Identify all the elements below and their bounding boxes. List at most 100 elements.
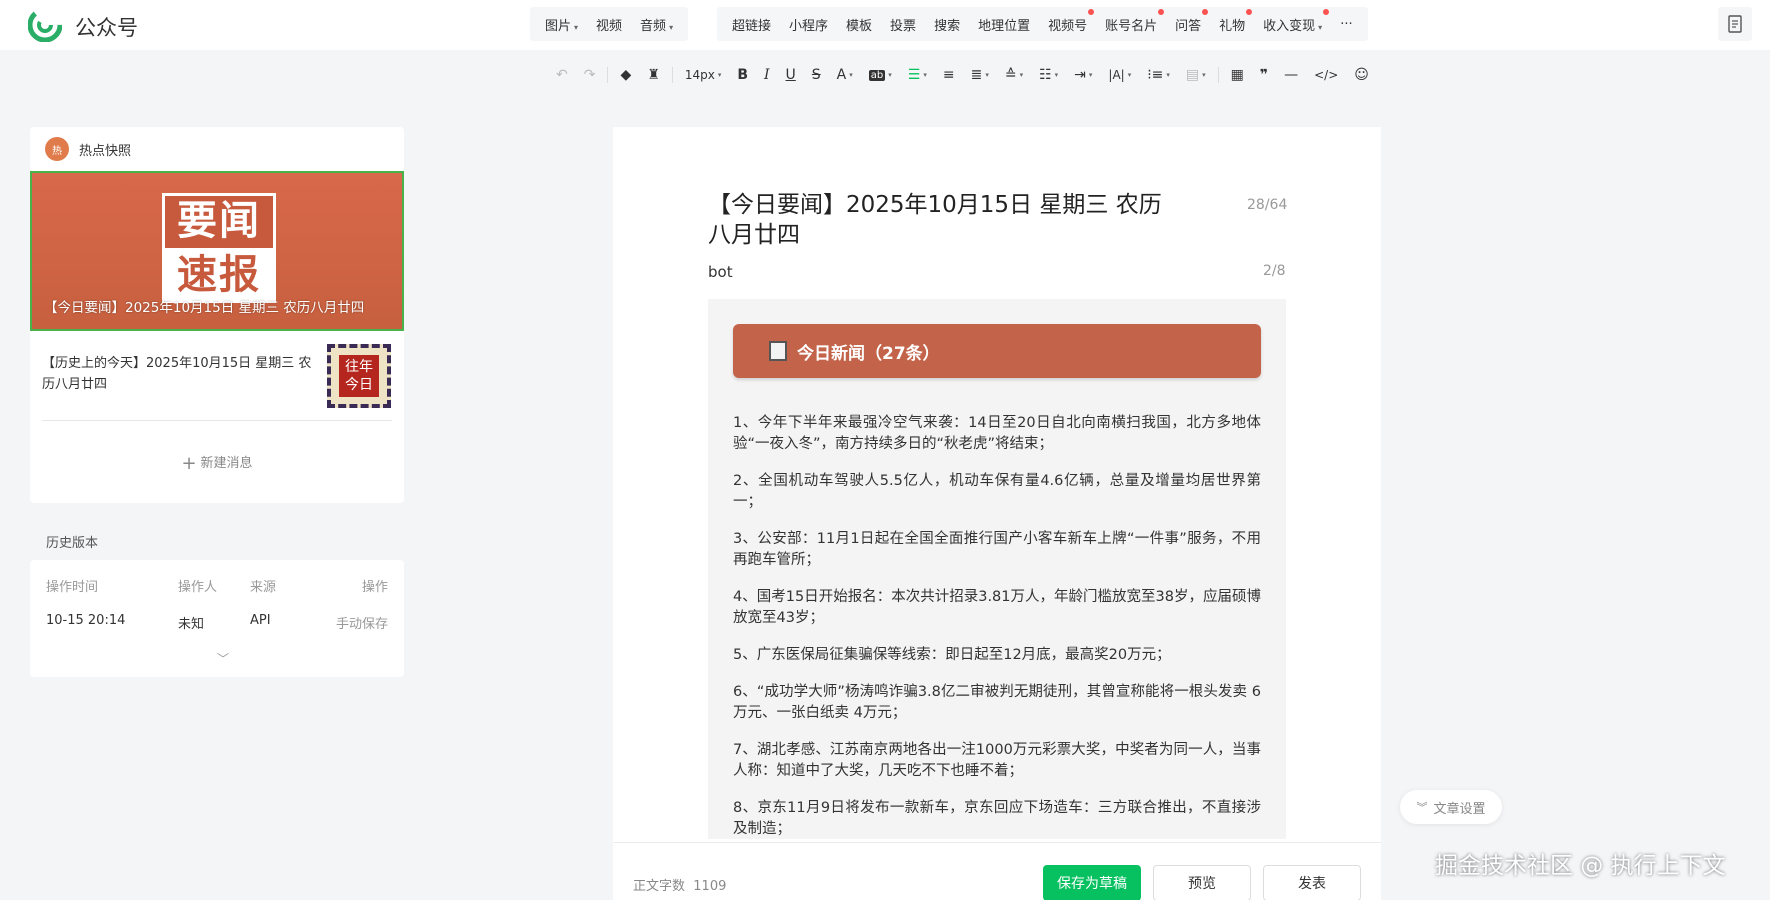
bullet-list-icon[interactable]: ⁝≡ ▾ <box>1139 67 1178 83</box>
hot-snapshot-icon: 热 <box>45 137 69 161</box>
horizontal-rule-icon[interactable]: — <box>1276 67 1306 83</box>
highlight-icon[interactable]: ab ▾ <box>861 69 900 81</box>
document-icon <box>1728 15 1742 33</box>
toolbar-divider <box>671 67 673 83</box>
insert-item[interactable]: 视频号 <box>1039 8 1096 34</box>
font-size-select[interactable]: 14px ▾ <box>677 68 730 82</box>
insert-item[interactable]: 音频 ▾ <box>631 15 682 34</box>
news-item: 3、公安部：11月1日起在全国全面推行国产小客车新车上牌“一件事”服务，不用再跑… <box>733 531 1261 568</box>
chevron-down-icon: ▾ <box>669 22 674 32</box>
strikethrough-icon[interactable]: S <box>804 67 829 83</box>
history-time: 10-15 20:14 <box>46 613 126 628</box>
insert-item[interactable]: ··· <box>1331 17 1361 32</box>
insert-item[interactable]: 问答 <box>1166 8 1210 34</box>
article-title-input[interactable]: 【今日要闻】2025年10月15日 星期三 农历八月廿四 <box>708 190 1168 250</box>
news-list: 1、今年下半年来最强冷空气来袭：14日至20日自北向南横扫我国，北方多地体验“一… <box>733 413 1261 839</box>
insert-item[interactable]: 视频 <box>587 15 631 34</box>
news-item: 5、广东医保局征集骗保等线索：即日起至12月底，最高奖20万元； <box>733 647 1171 663</box>
cover-badge-bottom: 速报 <box>162 248 276 303</box>
bold-icon[interactable]: B <box>729 67 756 83</box>
insert-item-label: 账号名片 <box>1105 18 1158 34</box>
word-count-value: 1109 <box>693 879 727 894</box>
align-icon[interactable]: ☰ ▾ <box>900 67 935 83</box>
history-action[interactable]: 手动保存 <box>336 613 388 632</box>
new-badge-dot <box>1246 8 1253 15</box>
top-bar: 公众号 图片 ▾ 视频 音频 ▾ 超链接 小程序 模板 投票 搜索 地理位置 视频号 账号名片 问答 礼物… <box>0 0 1770 50</box>
article-editor: 【今日要闻】2025年10月15日 星期三 农历八月廿四 28/64 bot 2… <box>613 127 1381 900</box>
paragraph-spacing-icon[interactable]: ≙ ▾ <box>997 67 1031 83</box>
title-char-count: 28/64 <box>1247 197 1288 213</box>
cover-badge-top: 要闻 <box>162 193 276 248</box>
code-icon[interactable]: </> <box>1306 68 1346 82</box>
author-input[interactable]: bot <box>708 263 733 281</box>
insert-item[interactable]: 账号名片 <box>1096 8 1166 34</box>
table-icon[interactable]: ▦ <box>1223 67 1252 83</box>
insert-item-label: 超链接 <box>732 18 772 34</box>
article-settings-button[interactable]: ︾ 文章设置 <box>1400 790 1502 824</box>
underline-icon[interactable]: U <box>778 67 804 83</box>
insert-item[interactable]: 模板 <box>837 15 881 34</box>
italic-icon[interactable]: I <box>756 67 778 83</box>
line-height-icon[interactable]: ☷ ▾ <box>1031 67 1066 83</box>
insert-item[interactable]: 礼物 <box>1210 8 1254 34</box>
article-body[interactable]: 今日新闻（27条） 1、今年下半年来最强冷空气来袭：14日至20日自北向南横扫我… <box>708 299 1286 839</box>
publish-button[interactable]: 发表 <box>1263 865 1361 900</box>
insert-item-label: 问答 <box>1175 18 1202 34</box>
chevron-down-icon: ▾ <box>574 22 579 32</box>
clear-format-icon[interactable]: ♜ <box>639 67 668 83</box>
text-indent-icon[interactable]: ⇥ ▾ <box>1066 67 1100 83</box>
newspaper-icon <box>769 341 787 361</box>
history-header-action: 操作 <box>361 580 388 595</box>
insert-item-label: 收入变现 <box>1263 18 1316 34</box>
article-settings-label: 文章设置 <box>1433 801 1486 817</box>
chevron-down-icon[interactable]: ﹀ <box>217 650 229 667</box>
news-item: 8、京东11月9日将发布一款新车，京东回应下场造车：三方联合推出，不直接涉及制造… <box>733 800 1261 837</box>
insert-item[interactable]: 超链接 <box>723 15 780 34</box>
article-2-thumb-text: 往年今日 <box>339 355 379 397</box>
insert-item[interactable]: 投票 <box>881 15 925 34</box>
main-article-cover[interactable]: 要闻 速报 【今日要闻】2025年10月15日 星期三 农历八月廿四 <box>30 171 404 331</box>
editor-footer: 正文字数 1109 保存为草稿 预览 发表 <box>613 842 1381 900</box>
indent-icon[interactable]: ≡ <box>935 67 963 83</box>
insert-item[interactable]: 搜索 <box>925 15 969 34</box>
history-header-user: 操作人 <box>178 580 218 595</box>
article-2-title[interactable]: 【历史上的今天】2025年10月15日 星期三 农历八月廿四 <box>42 353 312 395</box>
cover-badge: 要闻 速报 <box>162 193 276 303</box>
float-icon[interactable]: ▤ ▾ <box>1178 67 1214 83</box>
letter-spacing-icon[interactable]: |A| ▾ <box>1100 68 1139 82</box>
word-count: 正文字数 1109 <box>633 875 726 894</box>
chevron-down-icon: ▾ <box>717 71 722 79</box>
insert-item[interactable]: 图片 ▾ <box>536 15 587 34</box>
word-count-label: 正文字数 <box>633 879 686 894</box>
redo-icon[interactable]: ↷ <box>576 67 604 83</box>
quote-icon[interactable]: ❞ <box>1252 67 1276 83</box>
new-badge-dot <box>1088 8 1095 15</box>
insert-item[interactable]: 收入变现 ▾ <box>1254 8 1331 34</box>
insert-item[interactable]: 地理位置 <box>969 15 1039 34</box>
news-item: 2、全国机动车驾驶人5.5亿人，机动车保有量4.6亿辆，总量及增量均居世界第一； <box>733 473 1261 510</box>
hot-snapshot-title[interactable]: 热点快照 <box>79 140 131 159</box>
undo-icon[interactable]: ↶ <box>548 67 576 83</box>
insert-item-label: 音频 <box>640 18 667 34</box>
insert-item-label: ··· <box>1340 16 1353 32</box>
history-card: 操作时间 操作人 来源 操作 10-15 20:14 未知 API 手动保存 ﹀ <box>30 560 404 677</box>
insert-item-label: 投票 <box>890 18 917 34</box>
news-header-text: 今日新闻（27条） <box>797 343 940 364</box>
justify-icon[interactable]: ≣ ▾ <box>963 67 997 83</box>
emoji-icon[interactable]: ☺ <box>1346 67 1377 83</box>
new-message-button[interactable]: + 新建消息 <box>30 452 404 474</box>
preview-button[interactable]: 预览 <box>1153 865 1251 900</box>
watermark: 掘金技术社区 @ 执行上下文 <box>1435 853 1726 879</box>
insert-media-group: 图片 ▾ 视频 音频 ▾ <box>530 7 689 41</box>
font-color-icon[interactable]: A ▾ <box>829 67 861 83</box>
app-title: 公众号 <box>75 16 138 40</box>
history-user: 未知 <box>178 617 205 632</box>
plus-icon: + <box>181 453 197 474</box>
insert-item[interactable]: 小程序 <box>780 15 837 34</box>
wechat-mp-logo-icon[interactable] <box>28 8 62 42</box>
document-button[interactable] <box>1718 7 1752 41</box>
save-draft-button[interactable]: 保存为草稿 <box>1043 865 1141 900</box>
article-2-thumbnail[interactable]: 往年今日 <box>327 344 391 408</box>
insert-item-label: 地理位置 <box>978 18 1031 34</box>
format-painter-icon[interactable]: ◆ <box>612 67 639 83</box>
